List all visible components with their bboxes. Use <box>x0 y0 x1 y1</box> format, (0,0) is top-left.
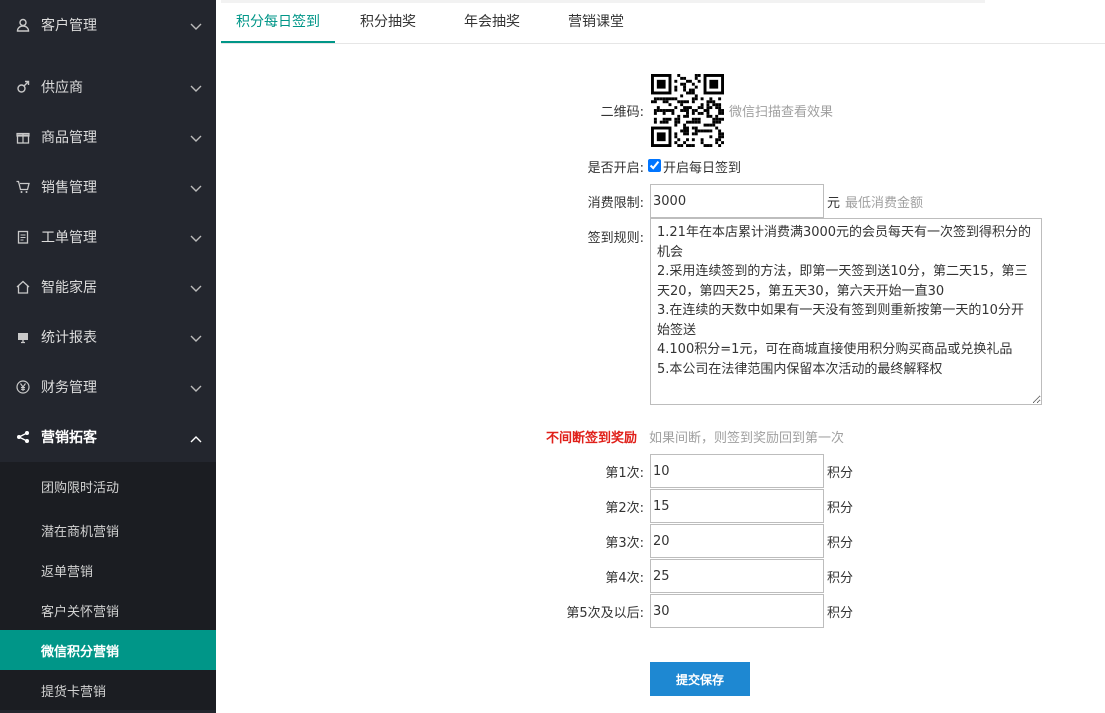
reward-hint: 如果间断，则签到奖励回到第一次 <box>649 431 845 446</box>
sidebar-item-label: 工单管理 <box>41 230 97 246</box>
reward-label-2: 第2次: <box>605 501 644 516</box>
tab-marketing-class[interactable]: 营销课堂 <box>553 0 639 42</box>
enable-label: 是否开启: <box>587 161 644 176</box>
chevron-down-icon <box>190 182 202 192</box>
qr-code-image <box>651 74 724 147</box>
reward-title: 不间断签到奖励 <box>546 431 638 446</box>
reward-unit-5: 积分 <box>827 606 854 621</box>
submenu-item-pickup-card[interactable]: 提货卡营销 <box>0 670 216 710</box>
chevron-down-icon <box>190 232 202 242</box>
monitor-icon <box>16 330 30 344</box>
qr-hint: 微信扫描查看效果 <box>729 105 834 120</box>
sidebar-item-label: 客户管理 <box>41 18 97 34</box>
signin-rules-textarea[interactable] <box>650 218 1042 405</box>
yen-icon <box>16 380 30 394</box>
reward-input-1[interactable] <box>650 454 824 488</box>
submenu-item-care[interactable]: 客户关怀营销 <box>0 590 216 630</box>
reward-unit-2: 积分 <box>827 501 854 516</box>
sidebar-item-label: 智能家居 <box>41 280 97 296</box>
reward-label-1: 第1次: <box>605 466 644 481</box>
sidebar-item-smarthome[interactable]: 智能家居 <box>0 262 216 312</box>
sidebar-item-workorder[interactable]: 工单管理 <box>0 212 216 262</box>
sidebar-item-label: 财务管理 <box>41 380 97 396</box>
sidebar-item-customer[interactable]: 客户管理 <box>0 0 216 50</box>
reward-input-5[interactable] <box>650 594 824 628</box>
sidebar-item-label: 销售管理 <box>41 180 97 196</box>
gift-icon <box>16 130 30 144</box>
sidebar-item-label: 供应商 <box>41 80 83 96</box>
submenu-item-potential[interactable]: 潜在商机营销 <box>0 510 216 550</box>
limit-unit: 元 <box>827 196 841 211</box>
chevron-down-icon <box>190 82 202 92</box>
clipboard-icon <box>16 230 30 244</box>
sidebar-item-label: 商品管理 <box>41 130 97 146</box>
tab-annual-lottery[interactable]: 年会抽奖 <box>449 0 535 42</box>
marketing-submenu: 团购限时活动 潜在商机营销 返单营销 客户关怀营销 微信积分营销 提货卡营销 <box>0 462 216 710</box>
sidebar-item-sales[interactable]: 销售管理 <box>0 162 216 212</box>
sidebar-item-reports[interactable]: 统计报表 <box>0 312 216 362</box>
limit-hint: 最低消费金额 <box>845 196 924 211</box>
sidebar-item-supplier[interactable]: 供应商 <box>0 62 216 112</box>
sidebar-item-products[interactable]: 商品管理 <box>0 112 216 162</box>
submit-save-button[interactable]: 提交保存 <box>650 662 750 696</box>
sidebar-item-label: 统计报表 <box>41 330 97 346</box>
limit-label: 消费限制: <box>587 196 644 211</box>
chevron-down-icon <box>190 382 202 392</box>
chevron-down-icon <box>190 20 202 30</box>
reward-unit-1: 积分 <box>827 466 854 481</box>
sidebar: 客户管理 供应商 商品管理 销售管理 工单管理 智能家居 统计报表 财务管理 营 <box>0 0 216 713</box>
reward-label-3: 第3次: <box>605 536 644 551</box>
enable-checkbox[interactable] <box>648 159 661 172</box>
submenu-item-wechat-points[interactable]: 微信积分营销 <box>0 630 216 670</box>
home-icon <box>16 280 30 294</box>
enable-checkbox-text: 开启每日签到 <box>663 161 742 176</box>
sidebar-item-marketing[interactable]: 营销拓客 <box>0 412 216 462</box>
tab-points-lottery[interactable]: 积分抽奖 <box>345 0 431 42</box>
spending-limit-input[interactable] <box>650 184 824 218</box>
qr-label: 二维码: <box>600 105 644 120</box>
chevron-down-icon <box>190 282 202 292</box>
reward-input-2[interactable] <box>650 489 824 523</box>
male-icon <box>16 80 30 94</box>
chevron-up-icon <box>190 432 202 443</box>
rules-label: 签到规则: <box>587 231 644 246</box>
user-icon <box>16 18 30 32</box>
chevron-down-icon <box>190 132 202 142</box>
tab-bar: 积分每日签到 积分抽奖 年会抽奖 营销课堂 <box>221 0 1105 44</box>
submenu-item-group-buy[interactable]: 团购限时活动 <box>0 462 216 510</box>
sidebar-item-finance[interactable]: 财务管理 <box>0 362 216 412</box>
reward-input-3[interactable] <box>650 524 824 558</box>
reward-unit-4: 积分 <box>827 571 854 586</box>
sidebar-item-label: 营销拓客 <box>41 430 97 446</box>
reward-unit-3: 积分 <box>827 536 854 551</box>
reward-input-4[interactable] <box>650 559 824 593</box>
tab-daily-signin[interactable]: 积分每日签到 <box>221 0 335 43</box>
reward-label-4: 第4次: <box>605 571 644 586</box>
reward-label-5: 第5次及以后: <box>566 606 644 621</box>
submenu-item-reorder[interactable]: 返单营销 <box>0 550 216 590</box>
chevron-down-icon <box>190 332 202 342</box>
cart-icon <box>16 180 30 194</box>
share-icon <box>16 430 30 444</box>
